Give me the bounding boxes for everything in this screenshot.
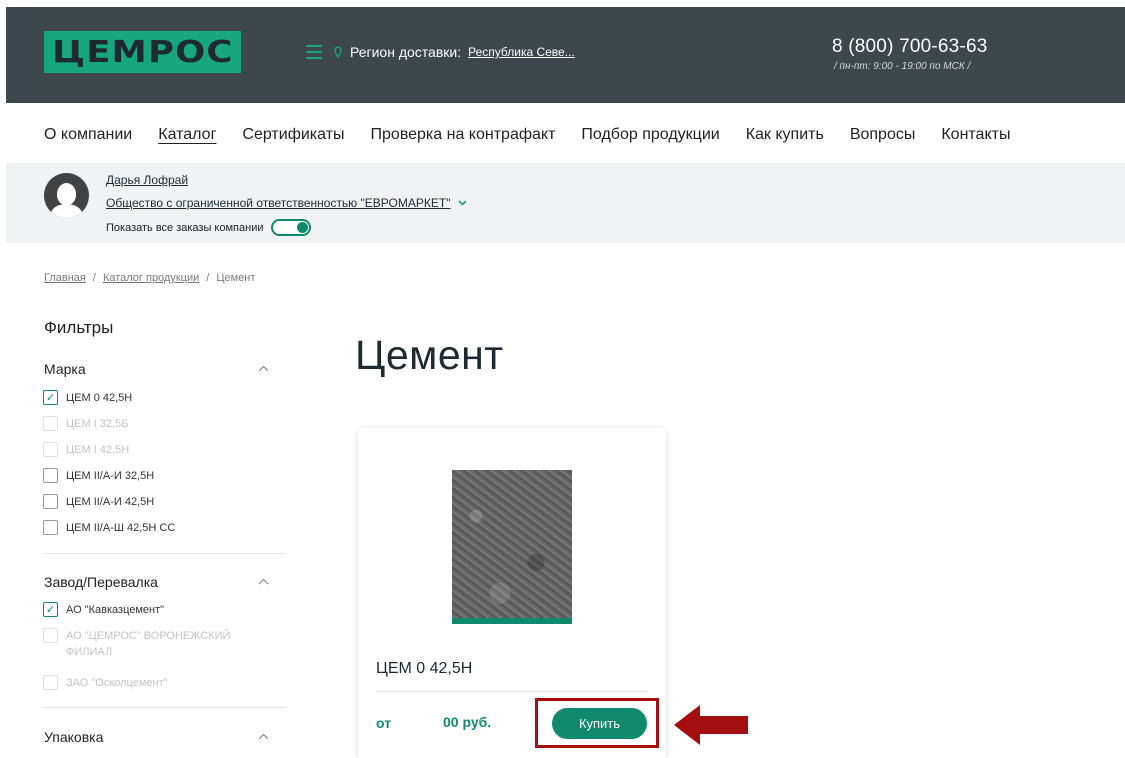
price-prefix: от xyxy=(376,715,392,731)
show-all-orders: Показать все заказы компании xyxy=(106,219,312,236)
filters-title: Фильтры xyxy=(44,318,114,337)
filter-option: ЦЕМ I 42,5Н xyxy=(43,442,129,458)
page-title: Цемент xyxy=(355,332,504,378)
user-panel: Дарья Лофрай Общество с ограниченной отв… xyxy=(6,163,1125,243)
product-image-strip xyxy=(452,618,572,624)
breadcrumb-home[interactable]: Главная xyxy=(44,272,86,284)
filter-group-title-plant[interactable]: Завод/Перевалка xyxy=(44,574,158,590)
filter-option[interactable]: ЦЕМ II/А-И 32,5Н xyxy=(43,468,154,484)
avatar[interactable] xyxy=(44,173,89,218)
divider xyxy=(44,707,286,708)
filter-option: ЦЕМ I 32,5Б xyxy=(43,416,128,432)
divider xyxy=(44,553,286,554)
nav-item-faq[interactable]: Вопросы xyxy=(850,126,916,144)
show-all-orders-label: Показать все заказы компании xyxy=(106,221,264,234)
breadcrumb: Главная / Каталог продукции / Цемент xyxy=(44,272,256,284)
annotation-arrow-icon xyxy=(674,705,748,745)
filter-group-title-brand[interactable]: Марка xyxy=(44,361,86,377)
region-selector: Регион доставки: Республика Севе... xyxy=(306,44,575,60)
region-link[interactable]: Республика Севе... xyxy=(468,45,575,59)
nav-item-about[interactable]: О компании xyxy=(44,126,132,144)
menu-icon[interactable] xyxy=(306,45,322,59)
chevron-down-icon[interactable] xyxy=(458,198,468,209)
checkbox-icon[interactable] xyxy=(43,520,58,535)
breadcrumb-catalog[interactable]: Каталог продукции xyxy=(103,272,199,284)
company-name[interactable]: Общество с ограниченной ответственностью… xyxy=(106,196,450,210)
checkbox-disabled-icon xyxy=(43,416,58,431)
checkbox-checked-icon[interactable]: ✓ xyxy=(43,602,58,617)
nav-item-counterfeit-check[interactable]: Проверка на контрафакт xyxy=(371,126,556,144)
product-name[interactable]: ЦЕМ 0 42,5Н xyxy=(376,660,472,678)
nav-item-contacts[interactable]: Контакты xyxy=(941,126,1010,144)
filter-option[interactable]: ЦЕМ II/А-И 42,5Н xyxy=(43,494,154,510)
checkbox-checked-icon[interactable]: ✓ xyxy=(43,390,58,405)
filter-option[interactable]: ✓ ЦЕМ 0 42,5Н xyxy=(43,390,132,406)
working-hours: / пн-пт: 9:00 - 19:00 по МСК / xyxy=(834,61,971,72)
buy-button[interactable]: Купить xyxy=(552,708,647,739)
show-all-orders-toggle[interactable] xyxy=(271,219,312,236)
checkbox-icon[interactable] xyxy=(43,494,58,509)
nav-item-certificates[interactable]: Сертификаты xyxy=(242,126,344,144)
divider xyxy=(376,691,648,692)
filter-group-title-packaging[interactable]: Упаковка xyxy=(44,729,103,745)
chevron-up-icon[interactable] xyxy=(258,731,269,743)
product-image[interactable] xyxy=(452,470,572,624)
nav-item-product-selection[interactable]: Подбор продукции xyxy=(581,126,719,144)
filter-option[interactable]: ЦЕМ II/А-Ш 42,5Н СС xyxy=(43,520,175,536)
phone-block: 8 (800) 700-63-63 / пн-пт: 9:00 - 19:00 … xyxy=(832,36,988,72)
chevron-up-icon[interactable] xyxy=(258,363,269,375)
product-price: 00 руб. xyxy=(443,714,492,730)
user-name-link[interactable]: Дарья Лофрай xyxy=(106,173,188,187)
logo[interactable]: ЦЕМРОС xyxy=(44,31,241,73)
checkbox-icon[interactable] xyxy=(43,468,58,483)
checkbox-disabled-icon xyxy=(43,675,58,690)
region-label: Регион доставки: xyxy=(350,44,462,60)
location-pin-icon xyxy=(334,46,342,58)
breadcrumb-current: Цемент xyxy=(216,272,256,284)
site-header: ЦЕМРОС Регион доставки: Республика Севе.… xyxy=(6,7,1125,103)
checkbox-disabled-icon xyxy=(43,442,58,457)
filter-option: ЗАО "Осколцемент" xyxy=(43,675,168,691)
nav-item-catalog[interactable]: Каталог xyxy=(158,126,216,144)
nav-item-how-to-buy[interactable]: Как купить xyxy=(746,126,824,144)
checkbox-disabled-icon xyxy=(43,628,58,643)
phone-number[interactable]: 8 (800) 700-63-63 xyxy=(832,36,988,58)
main-nav: О компании Каталог Сертификаты Проверка … xyxy=(44,126,1036,144)
filter-option: АО "ЦЕМРОС" ВОРОНЕЖСКИЙ ФИЛИАЛ xyxy=(43,628,273,660)
chevron-up-icon[interactable] xyxy=(258,576,269,588)
company-selector[interactable]: Общество с ограниченной ответственностью… xyxy=(106,196,468,210)
filter-option[interactable]: ✓ АО "Кавказцемент" xyxy=(43,602,164,618)
